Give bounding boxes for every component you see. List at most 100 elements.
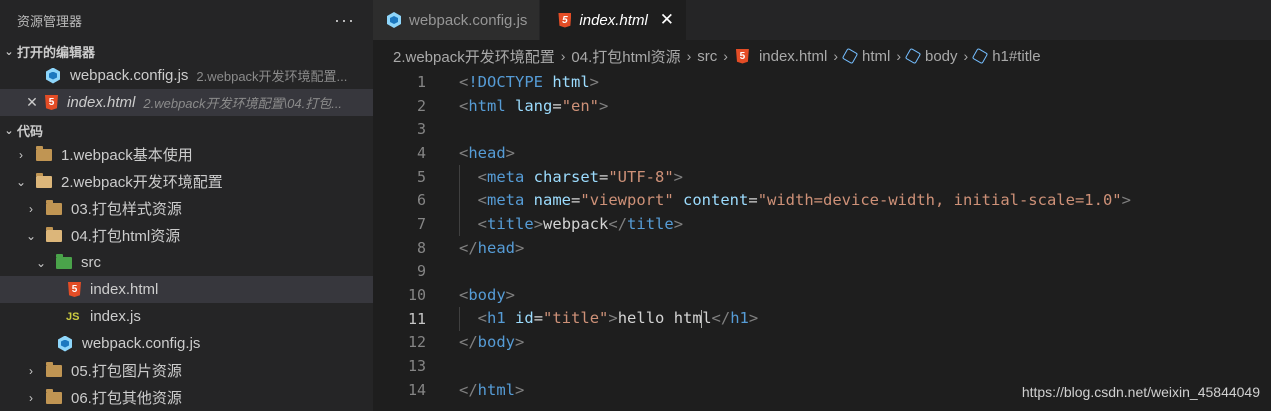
code-text: <h1 id="title">hello html</h1> — [477, 309, 759, 328]
code-text: <!DOCTYPE html> — [459, 72, 600, 91]
line-number: 8 — [416, 238, 426, 257]
open-editor-webpack-config[interactable]: webpack.config.js 2.webpack开发环境配置... — [0, 62, 373, 89]
element-cube-icon — [841, 47, 859, 65]
chevron-right-icon: › — [19, 147, 23, 162]
line-number: 1 — [416, 72, 426, 91]
code-line-current: 11 <h1 id="title">hello html</h1> — [373, 306, 1271, 331]
html5-icon: 5 — [45, 95, 58, 110]
breadcrumb-item[interactable]: html — [862, 48, 890, 65]
tree-label: 05.打包图片资源 — [71, 363, 182, 380]
code-line: 4 <head> — [373, 141, 1271, 165]
open-editor-path: 2.webpack开发环境配置... — [196, 69, 348, 84]
chevron-right-icon: › — [896, 48, 901, 64]
javascript-icon: JS — [66, 310, 80, 323]
breadcrumb: 2.webpack开发环境配置 › 04.打包html资源 › src › 5 … — [373, 40, 1271, 72]
folder-icon — [46, 361, 62, 377]
tab-label: webpack.config.js — [409, 11, 528, 29]
breadcrumb-item[interactable]: 04.打包html资源 — [571, 46, 680, 67]
tree-label: 2.webpack开发环境配置 — [61, 174, 223, 191]
code-text: </body> — [459, 333, 525, 352]
folder-icon — [36, 145, 52, 161]
open-editor-label: webpack.config.js — [70, 67, 189, 84]
line-number: 2 — [416, 96, 426, 115]
folder-open-icon — [46, 226, 62, 242]
element-cube-icon — [904, 47, 922, 65]
indent-guide — [459, 164, 460, 189]
open-editor-path: 2.webpack开发环境配置\04.打包... — [143, 96, 343, 111]
chevron-down-icon: ⌄ — [35, 255, 47, 270]
tree-folder-05[interactable]: › 05.打包图片资源 — [0, 357, 373, 384]
chevron-down-icon: ⌄ — [15, 174, 27, 189]
tab-bar: webpack.config.js 5 index.html ✕ — [373, 0, 1271, 40]
line-number: 11 — [407, 309, 426, 328]
src-folder-icon — [56, 253, 72, 269]
code-text: </head> — [459, 238, 525, 257]
tree-label: index.js — [90, 308, 141, 325]
code-line: 9 — [373, 260, 1271, 284]
html5-icon: 5 — [558, 12, 572, 28]
code-line: 12 </body> — [373, 331, 1271, 355]
code-line: 3 — [373, 117, 1271, 141]
tree-file-index-js[interactable]: JS index.js — [0, 303, 373, 330]
chevron-down-icon: ⌄ — [25, 228, 37, 243]
chevron-right-icon: › — [29, 201, 33, 216]
tree-file-webpack-config[interactable]: webpack.config.js — [0, 330, 373, 357]
tree-folder-03[interactable]: › 03.打包样式资源 — [0, 195, 373, 222]
tree-folder-src[interactable]: ⌄ src — [0, 249, 373, 276]
open-editor-index-html[interactable]: ✕ 5 index.html 2.webpack开发环境配置\04.打包... — [0, 89, 373, 116]
line-number: 7 — [416, 214, 426, 233]
chevron-right-icon: › — [560, 48, 566, 64]
webpack-icon — [387, 12, 401, 28]
explorer-title: 资源管理器 — [17, 13, 83, 29]
tree-folder-06[interactable]: › 06.打包其他资源 — [0, 384, 373, 411]
indent-guide — [459, 188, 460, 213]
close-tab-icon[interactable]: ✕ — [660, 10, 674, 30]
code-text: <meta charset="UTF-8"> — [477, 167, 684, 186]
code-line: 5 <meta charset="UTF-8"> — [373, 164, 1271, 189]
chevron-down-icon: ⌄ — [4, 124, 14, 137]
code-text: <head> — [459, 143, 516, 162]
tab-webpack-config[interactable]: webpack.config.js — [373, 0, 540, 40]
tree-folder-2[interactable]: ⌄ 2.webpack开发环境配置 — [0, 168, 373, 195]
element-cube-icon — [972, 47, 989, 65]
tree-label: webpack.config.js — [82, 335, 201, 352]
breadcrumb-item[interactable]: src — [697, 48, 717, 65]
close-icon[interactable]: ✕ — [24, 94, 40, 111]
folder-icon — [46, 199, 62, 215]
line-number: 14 — [407, 380, 426, 399]
tab-label: index.html — [579, 11, 648, 29]
tree-label: 1.webpack基本使用 — [61, 147, 193, 164]
line-number: 5 — [416, 167, 426, 186]
indent-guide — [459, 306, 460, 331]
code-line: 6 <meta name="viewport" content="width=d… — [373, 188, 1271, 213]
code-editor[interactable]: 1 <!DOCTYPE html> 2 <html lang="en"> 3 4… — [373, 70, 1271, 402]
tab-index-html[interactable]: 5 index.html ✕ — [540, 0, 687, 40]
line-number: 13 — [407, 357, 426, 376]
line-number: 6 — [416, 191, 426, 210]
watermark-text: https://blog.csdn.net/weixin_45844049 — [1021, 384, 1260, 400]
chevron-right-icon: › — [29, 390, 33, 405]
open-editors-section[interactable]: ⌄ 打开的编辑器 — [0, 40, 373, 62]
breadcrumb-item[interactable]: 2.webpack开发环境配置 — [393, 46, 555, 67]
tree-folder-04[interactable]: ⌄ 04.打包html资源 — [0, 222, 373, 249]
code-line: 8 </head> — [373, 236, 1271, 260]
tree-folder-1[interactable]: › 1.webpack基本使用 — [0, 141, 373, 168]
line-number: 10 — [407, 286, 426, 305]
tree-label: src — [81, 254, 101, 271]
breadcrumb-item[interactable]: body — [925, 48, 958, 65]
tree-label: 03.打包样式资源 — [71, 201, 182, 218]
code-line: 13 — [373, 354, 1271, 378]
chevron-right-icon: › — [833, 48, 838, 64]
breadcrumb-item[interactable]: h1#title — [992, 48, 1040, 65]
breadcrumb-item[interactable]: index.html — [759, 48, 827, 65]
chevron-right-icon: › — [686, 48, 692, 64]
explorer-sidebar: 资源管理器 ··· ⌄ 打开的编辑器 webpack.config.js 2.w… — [0, 0, 373, 411]
workspace-section[interactable]: ⌄ 代码 — [0, 119, 373, 141]
workspace-title: 代码 — [17, 123, 44, 139]
line-number: 4 — [416, 143, 426, 162]
tree-file-index-html[interactable]: 5 index.html — [0, 276, 373, 303]
chevron-right-icon: › — [963, 48, 969, 64]
line-number: 9 — [416, 262, 426, 281]
more-actions-button[interactable]: ··· — [334, 10, 355, 31]
folder-open-icon — [36, 172, 52, 188]
